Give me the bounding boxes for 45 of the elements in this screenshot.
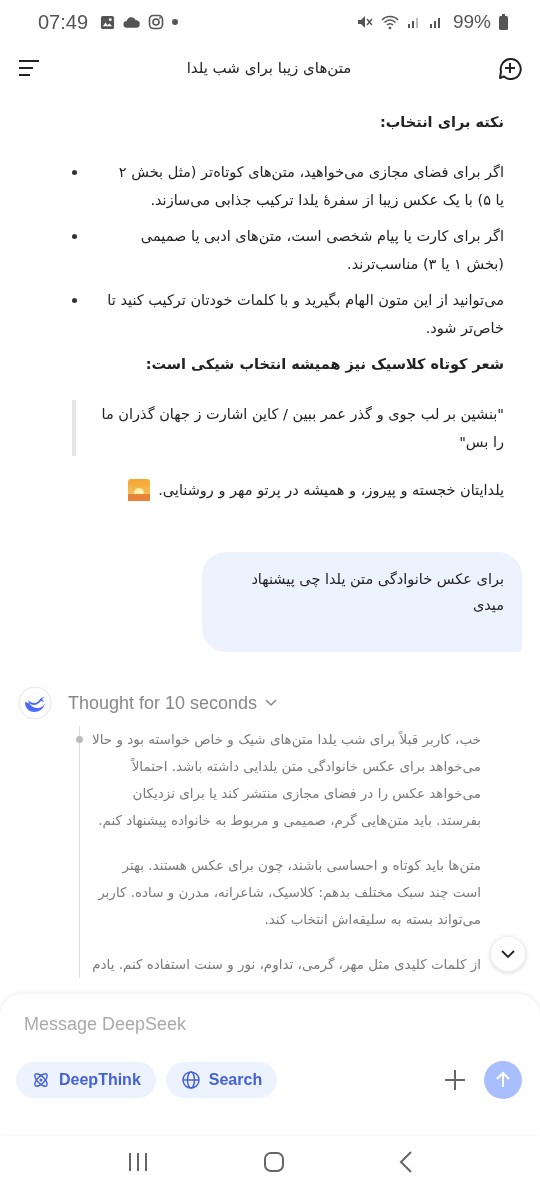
bullet-dot: [72, 234, 77, 239]
whale-logo-icon: [18, 686, 52, 720]
chevron-down-icon: [501, 949, 515, 959]
thinking-text: از کلمات کلیدی مثل مهر، گرمی، تداوم، نور و سنت استفاده کنم. یادم: [91, 955, 481, 975]
battery-icon: [499, 14, 508, 30]
chat-title: متن‌های زیبا برای شب یلدا: [186, 59, 352, 77]
atom-icon: [31, 1070, 51, 1090]
search-toggle[interactable]: Search: [165, 1062, 278, 1098]
home-icon[interactable]: [263, 1151, 285, 1173]
thinking-text: متن‌ها باید کوتاه و احساسی باشند، چون برای عکس هستند. بهتر است چند سبک مختلف بدهم: کلاسیک، شاعرانه، مدرن و ساده. کاربر می‌تواند بسته به سلیقه‌اش انتخاب کند.: [96, 856, 481, 930]
sunrise-icon: [128, 479, 151, 501]
arrow-up-icon: [494, 1071, 512, 1089]
bullet-dot: [72, 298, 77, 303]
bullet-dot: [76, 736, 83, 743]
back-icon[interactable]: [399, 1151, 413, 1173]
bullet-text: اگر برای کارت یا پیام شخصی است، متن‌های ادبی یا صمیمی (بخش ۱ یا ۳) مناسب‌ترند.: [139, 227, 504, 275]
gallery-icon: [100, 14, 116, 30]
signal-icon: [428, 15, 443, 29]
dot-icon: [172, 19, 179, 25]
thinking-text: خب، کاربر قبلاً برای شب یلدا متن‌های شیک و خاص خواسته بود و حالا می‌خواهد برای عکس خانوادگی متن یلدایی داشته باشد. احتمالاً می‌خواهد عکس را در فضای مجازی منتشر کند یا برای نزدیکان بفرستد. باید متن‌هایی گرم، صمیمی و مربوط به خانواده پیشنهاد کنم.: [91, 730, 481, 831]
deepthink-toggle[interactable]: DeepThink: [16, 1062, 156, 1098]
camera-icon: [148, 14, 165, 30]
poem-quote: "بنشین بر لب جوی و گذر عمر ببین / کاین اشارت ز جهان گذران ما را بس": [72, 400, 504, 456]
message-field[interactable]: Message DeepSeek: [16, 1012, 332, 1037]
mute-icon: [356, 14, 373, 30]
wifi-icon: [380, 14, 399, 30]
plus-icon[interactable]: [444, 1069, 466, 1091]
globe-icon: [180, 1070, 201, 1090]
battery-percent: 99%: [452, 11, 491, 33]
status-time: 07:49: [38, 10, 89, 34]
bullet-dot: [72, 170, 77, 175]
scroll-down-button[interactable]: [490, 936, 526, 972]
bullet-text: می‌توانید از این متون الهام بگیرید و با کلمات خودتان ترکیب کنید تا خاص‌تر شود.: [107, 291, 504, 339]
section-heading: نکته برای انتخاب:: [379, 113, 504, 133]
thought-toggle[interactable]: Thought for 10 seconds: [68, 692, 278, 714]
new-chat-icon[interactable]: [498, 56, 522, 80]
closing-text: یلدایتان خجسته و پیروز، و همیشه در پرتو مهر و روشنایی.: [158, 481, 504, 501]
section-heading: شعر کوتاه کلاسیک نیز همیشه انتخاب شیکی است:: [144, 355, 504, 375]
cloud-icon: [123, 15, 141, 29]
signal-icon: [406, 15, 421, 29]
bullet-text: اگر برای فضای مجازی می‌خواهید، متن‌های کوتاه‌تر (مثل بخش ۲ یا ۵) با یک عکس زیبا از سفرهٔ یلدا ترکیب جذابی می‌سازند.: [117, 163, 504, 211]
user-message-bubble: برای عکس خانوادگی متن یلدا چی پیشنهاد میدی: [202, 552, 522, 652]
recent-apps-icon[interactable]: [127, 1151, 149, 1173]
chevron-icon: [265, 699, 278, 707]
menu-icon[interactable]: [18, 59, 40, 77]
